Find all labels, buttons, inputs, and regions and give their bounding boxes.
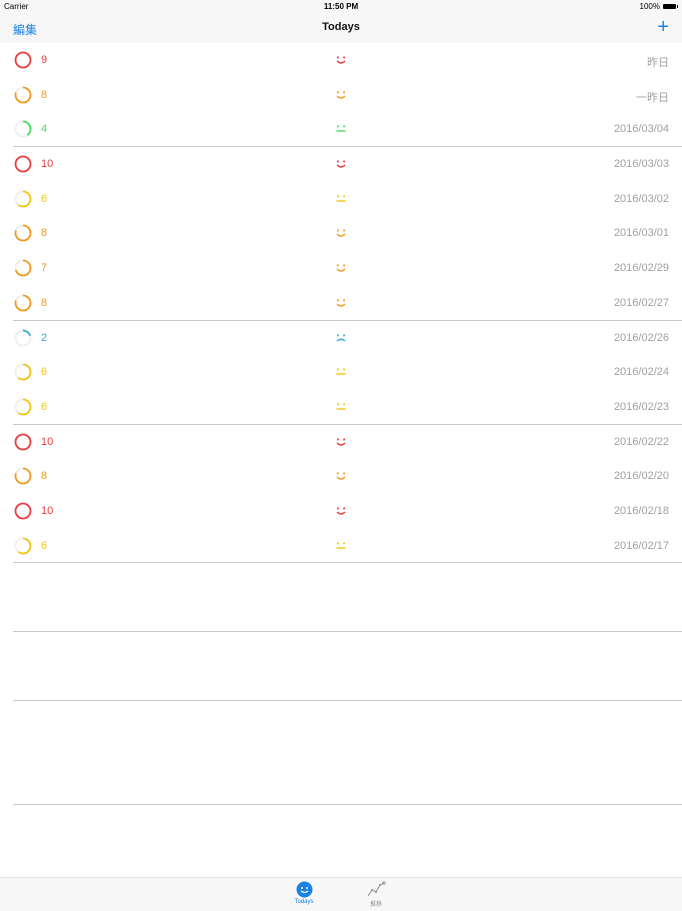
- score-ring-icon: [14, 433, 32, 450]
- tab-todays[interactable]: Todays: [284, 881, 324, 905]
- entry-date: 2016/02/22: [613, 435, 669, 448]
- list-item[interactable]: 8 2016/03/01: [0, 216, 682, 251]
- status-bar: Carrier 11:50 PM 100%: [0, 0, 682, 13]
- add-button[interactable]: +: [657, 17, 669, 37]
- score-value: 7: [41, 262, 48, 275]
- neutral-face-icon: [336, 125, 346, 133]
- score-ring-icon: [14, 329, 32, 346]
- score-ring-icon: [14, 467, 32, 485]
- row-separator: [13, 562, 682, 564]
- score-ring-icon: [14, 363, 32, 381]
- entry-date: 昨日: [647, 57, 669, 69]
- battery-icon: [663, 4, 678, 9]
- score-value: 6: [41, 400, 48, 413]
- battery-indicator: 100%: [639, 2, 678, 11]
- list-item[interactable]: 2 2016/02/26: [0, 321, 682, 356]
- neutral-face-icon: [336, 368, 346, 375]
- entry-date: 2016/02/24: [613, 366, 669, 379]
- score-ring-icon: [14, 86, 32, 104]
- neutral-face-icon: [336, 195, 346, 202]
- sad-face-icon: [336, 334, 346, 342]
- score-value: 2: [41, 331, 48, 344]
- smile-face-icon: [336, 91, 346, 99]
- neutral-face-icon: [336, 542, 346, 549]
- list-item[interactable]: 6 2016/02/17: [0, 529, 682, 564]
- list-item[interactable]: 7 2016/02/29: [0, 251, 682, 286]
- tab-label: 推移: [369, 902, 382, 908]
- entry-date: 一昨日: [636, 91, 669, 104]
- score-value: 6: [41, 539, 48, 552]
- score-ring-icon: [14, 259, 32, 277]
- list-item[interactable]: 8 一昨日: [0, 78, 682, 113]
- entry-list: 9 昨日 8 一昨日 4 2016/03/04 10 2016/03/03 6 2016/03/0…: [0, 43, 682, 564]
- score-ring-icon: [14, 502, 32, 520]
- tab-bar: Todays 推移: [0, 877, 682, 911]
- list-item[interactable]: 9 昨日: [0, 43, 682, 78]
- score-ring-icon: [14, 225, 32, 242]
- score-value: 8: [41, 227, 48, 240]
- row-separator: [13, 700, 682, 701]
- score-value: 8: [41, 470, 48, 483]
- entry-date: 2016/02/18: [613, 504, 669, 517]
- entry-date: 2016/02/26: [613, 331, 669, 344]
- list-item[interactable]: 10 2016/02/22: [0, 425, 682, 460]
- chart-line-icon: [367, 881, 386, 897]
- score-ring-icon: [14, 190, 32, 208]
- smile-face-icon: [336, 507, 346, 515]
- list-item[interactable]: 10 2016/02/18: [0, 494, 682, 529]
- entry-date: 2016/03/03: [613, 158, 669, 171]
- entry-date: 2016/02/29: [613, 262, 669, 275]
- entry-date: 2016/03/04: [613, 123, 669, 136]
- score-ring-icon: [14, 155, 32, 173]
- score-ring-icon: [14, 120, 32, 138]
- entry-date: 2016/03/01: [613, 227, 669, 240]
- neutral-face-icon: [336, 403, 346, 410]
- smile-face-icon: [336, 56, 346, 64]
- smile-face-icon: [336, 264, 346, 272]
- score-ring-icon: [14, 51, 32, 69]
- score-value: 6: [41, 366, 48, 379]
- score-ring-icon: [14, 398, 32, 416]
- smile-face-icon: [336, 438, 346, 446]
- score-ring-icon: [14, 537, 32, 555]
- score-value: 8: [41, 88, 48, 101]
- smiley-icon: [296, 881, 312, 898]
- list-item[interactable]: 6 2016/02/24: [0, 355, 682, 390]
- clock: 11:50 PM: [323, 2, 359, 11]
- score-value: 9: [41, 54, 48, 66]
- entry-date: 2016/02/27: [613, 296, 669, 309]
- score-value: 10: [41, 158, 54, 171]
- entry-date: 2016/02/20: [613, 470, 669, 483]
- row-separator: [13, 631, 682, 632]
- list-item[interactable]: 6 2016/03/02: [0, 182, 682, 217]
- list-item[interactable]: 8 2016/02/27: [0, 286, 682, 321]
- score-value: 10: [41, 435, 54, 448]
- entry-date: 2016/02/17: [613, 539, 669, 552]
- score-ring-icon: [14, 294, 32, 312]
- score-value: 4: [41, 123, 48, 136]
- list-item[interactable]: 4 2016/03/04: [0, 112, 682, 147]
- tab-label: Todays: [294, 899, 314, 905]
- score-value: 6: [41, 192, 48, 205]
- battery-percent: 100%: [639, 2, 660, 11]
- page-title: Todays: [322, 21, 360, 33]
- score-value: 8: [41, 296, 48, 309]
- entry-date: 2016/02/23: [613, 400, 669, 413]
- smile-face-icon: [336, 160, 346, 168]
- score-value: 10: [41, 504, 54, 517]
- tab-trend[interactable]: 推移: [356, 881, 396, 908]
- list-item[interactable]: 8 2016/02/20: [0, 459, 682, 494]
- row-separator: [13, 804, 682, 805]
- smile-face-icon: [336, 229, 346, 238]
- smile-face-icon: [336, 472, 346, 480]
- navigation-bar: 編集 Todays +: [0, 13, 682, 43]
- entry-date: 2016/03/02: [613, 192, 669, 205]
- list-item[interactable]: 10 2016/03/03: [0, 147, 682, 182]
- smile-face-icon: [336, 299, 346, 307]
- list-item[interactable]: 6 2016/02/23: [0, 390, 682, 425]
